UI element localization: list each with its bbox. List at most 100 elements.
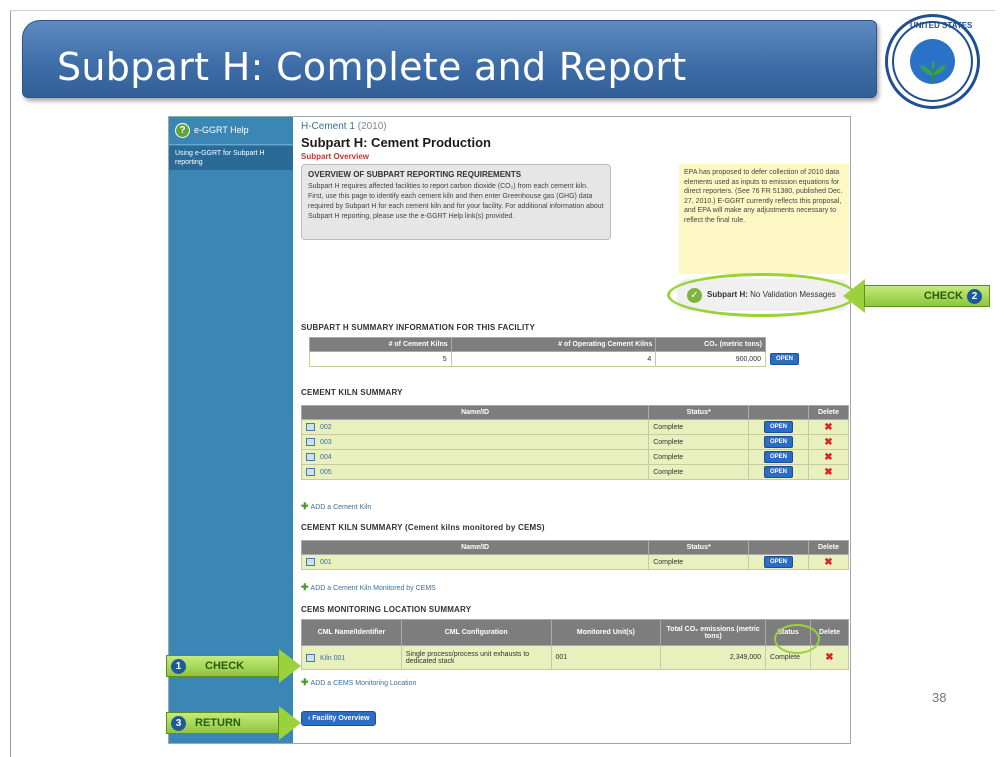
add-cems-kiln-link[interactable]: ✚ ADD a Cement Kiln Monitored by CEMS — [301, 582, 436, 593]
col-operating-kilns: # of Operating Cement Kilns — [450, 337, 657, 352]
kiln-icon — [306, 558, 315, 566]
help-icon: ? — [175, 123, 190, 138]
kiln-icon — [306, 453, 315, 461]
kiln-status: Complete — [648, 449, 750, 465]
callout-3-number: 3 — [171, 716, 186, 731]
kiln-open-button[interactable]: OPEN — [764, 466, 794, 478]
kiln-summary-table: Name/ID Status* Delete 002 Complete OPEN… — [300, 405, 849, 480]
facility-name[interactable]: H-Cement 1 — [301, 121, 355, 132]
delete-icon[interactable]: ✖ — [824, 437, 832, 448]
slide-border-left — [10, 10, 11, 757]
kiln-icon — [306, 438, 315, 446]
cems-kiln-summary-heading: CEMENT KILN SUMMARY (Cement kilns monito… — [301, 523, 545, 532]
table-row: 005 Complete OPEN ✖ — [300, 464, 849, 480]
callout-return-3: 3 RETURN — [166, 712, 279, 734]
title-bar: Subpart H: Complete and Report — [22, 20, 877, 98]
kiln-status: Complete — [648, 419, 750, 435]
subpart-overview-label: Subpart Overview — [301, 152, 370, 161]
col-status: Status* — [648, 540, 750, 555]
delete-icon[interactable]: ✖ — [824, 452, 832, 463]
col-cement-kilns: # of Cement Kilns — [309, 337, 452, 352]
callout-check-2: CHECK 2 — [864, 285, 990, 307]
val-operating-kilns: 4 — [450, 351, 657, 367]
kiln-name[interactable]: 001 — [320, 559, 332, 566]
kiln-status: Complete — [648, 434, 750, 450]
plus-icon: ✚ — [301, 501, 309, 511]
complete-highlight-ring — [774, 624, 820, 654]
plant-icon — [920, 61, 946, 83]
cml-summary-heading: CEMS MONITORING LOCATION SUMMARY — [301, 605, 472, 614]
sidebar: ? e-GGRT Help Using e-GGRT for Subpart H… — [169, 117, 293, 743]
sidebar-help-link[interactable]: Using e-GGRT for Subpart H reporting — [169, 146, 293, 170]
main-content: H-Cement 1 (2010) Subpart H: Cement Prod… — [297, 117, 857, 743]
col-delete: Delete — [808, 540, 849, 555]
validation-highlight-ring — [667, 273, 857, 317]
kiln-name[interactable]: 004 — [320, 454, 332, 461]
col-status: Status* — [648, 405, 750, 420]
col-name-id: Name/ID — [300, 540, 650, 555]
overview-heading: OVERVIEW OF SUBPART REPORTING REQUIREMEN… — [308, 170, 522, 179]
kiln-status: Complete — [648, 554, 750, 570]
delete-icon[interactable]: ✖ — [824, 557, 832, 568]
kiln-icon — [306, 423, 315, 431]
app-screenshot: ? e-GGRT Help Using e-GGRT for Subpart H… — [168, 116, 857, 744]
add-cement-kiln-link[interactable]: ✚ ADD a Cement Kiln — [301, 501, 371, 512]
delete-icon[interactable]: ✖ — [824, 467, 832, 478]
plus-icon: ✚ — [301, 677, 309, 687]
kiln-name[interactable]: 005 — [320, 469, 332, 476]
kiln-name[interactable]: 003 — [320, 439, 332, 446]
overview-box: OVERVIEW OF SUBPART REPORTING REQUIREMEN… — [301, 164, 611, 240]
callout-1-number: 1 — [171, 659, 186, 674]
col-name-id: Name/ID — [300, 405, 650, 420]
help-row[interactable]: ? e-GGRT Help — [169, 117, 293, 145]
col-co2: CO₂ (metric tons) — [655, 337, 766, 352]
help-label: e-GGRT Help — [194, 125, 249, 135]
cml-config: Single process/process unit exhausts to … — [400, 645, 552, 670]
table-row: 001 Complete OPEN ✖ — [300, 554, 849, 570]
cml-total: 2,349,000 — [660, 645, 767, 670]
slide-title: Subpart H: Complete and Report — [57, 45, 687, 89]
add-cml-link[interactable]: ✚ ADD a CEMS Monitoring Location — [301, 677, 416, 688]
seal-top-text: UNITED STATES — [910, 21, 973, 30]
delete-icon[interactable]: ✖ — [824, 422, 832, 433]
reporting-year: (2010) — [357, 121, 387, 132]
delete-icon[interactable]: ✖ — [825, 652, 833, 663]
kiln-icon — [306, 468, 315, 476]
kiln-summary-heading: CEMENT KILN SUMMARY — [301, 388, 403, 397]
slide: Subpart H: Complete and Report UNITED ST… — [0, 0, 1005, 757]
callout-2-number: 2 — [967, 289, 982, 304]
cems-kiln-summary-table: Name/ID Status* Delete 001 Complete OPEN… — [300, 540, 849, 570]
val-co2: 900,000 — [655, 351, 766, 367]
table-row: 003 Complete OPEN ✖ — [300, 434, 849, 450]
table-row: 004 Complete OPEN ✖ — [300, 449, 849, 465]
cml-units: 001 — [550, 645, 662, 670]
deferral-note: EPA has proposed to defer collection of … — [679, 164, 849, 274]
kiln-open-button[interactable]: OPEN — [764, 436, 794, 448]
slide-border-top — [10, 10, 995, 11]
col-cml-config: CML Configuration — [400, 619, 552, 646]
subpart-title: Subpart H: Cement Production — [301, 135, 491, 150]
callout-1-arrow — [279, 649, 301, 683]
col-monitored-units: Monitored Unit(s) — [550, 619, 662, 646]
summary-open-button[interactable]: OPEN — [770, 353, 800, 365]
val-cement-kilns: 5 — [309, 351, 452, 367]
kiln-name[interactable]: 002 — [320, 424, 332, 431]
summary-table: # of Cement Kilns # of Operating Cement … — [309, 337, 813, 367]
facility-overview-button[interactable]: ‹ Facility Overview — [301, 711, 377, 726]
plus-icon: ✚ — [301, 582, 309, 592]
kiln-icon — [306, 653, 315, 662]
col-delete: Delete — [808, 405, 849, 420]
cml-name[interactable]: Kiln 001 — [320, 654, 345, 661]
facility-title: H-Cement 1 (2010) — [301, 121, 387, 132]
callout-check-1: 1 CHECK — [166, 655, 279, 677]
col-total-co2: Total CO₂ emissions (metric tons) — [660, 619, 767, 646]
overview-body: Subpart H requires affected facilities t… — [308, 183, 604, 220]
table-row: Kiln 001 Single process/process unit exh… — [301, 645, 849, 670]
kiln-open-button[interactable]: OPEN — [764, 421, 794, 433]
kiln-open-button[interactable]: OPEN — [764, 556, 794, 568]
table-row: 002 Complete OPEN ✖ — [300, 419, 849, 435]
kiln-open-button[interactable]: OPEN — [764, 451, 794, 463]
summary-heading: SUBPART H SUMMARY INFORMATION FOR THIS F… — [301, 323, 535, 332]
col-cml-name: CML Name/Identifier — [301, 619, 402, 646]
kiln-status: Complete — [648, 464, 750, 480]
